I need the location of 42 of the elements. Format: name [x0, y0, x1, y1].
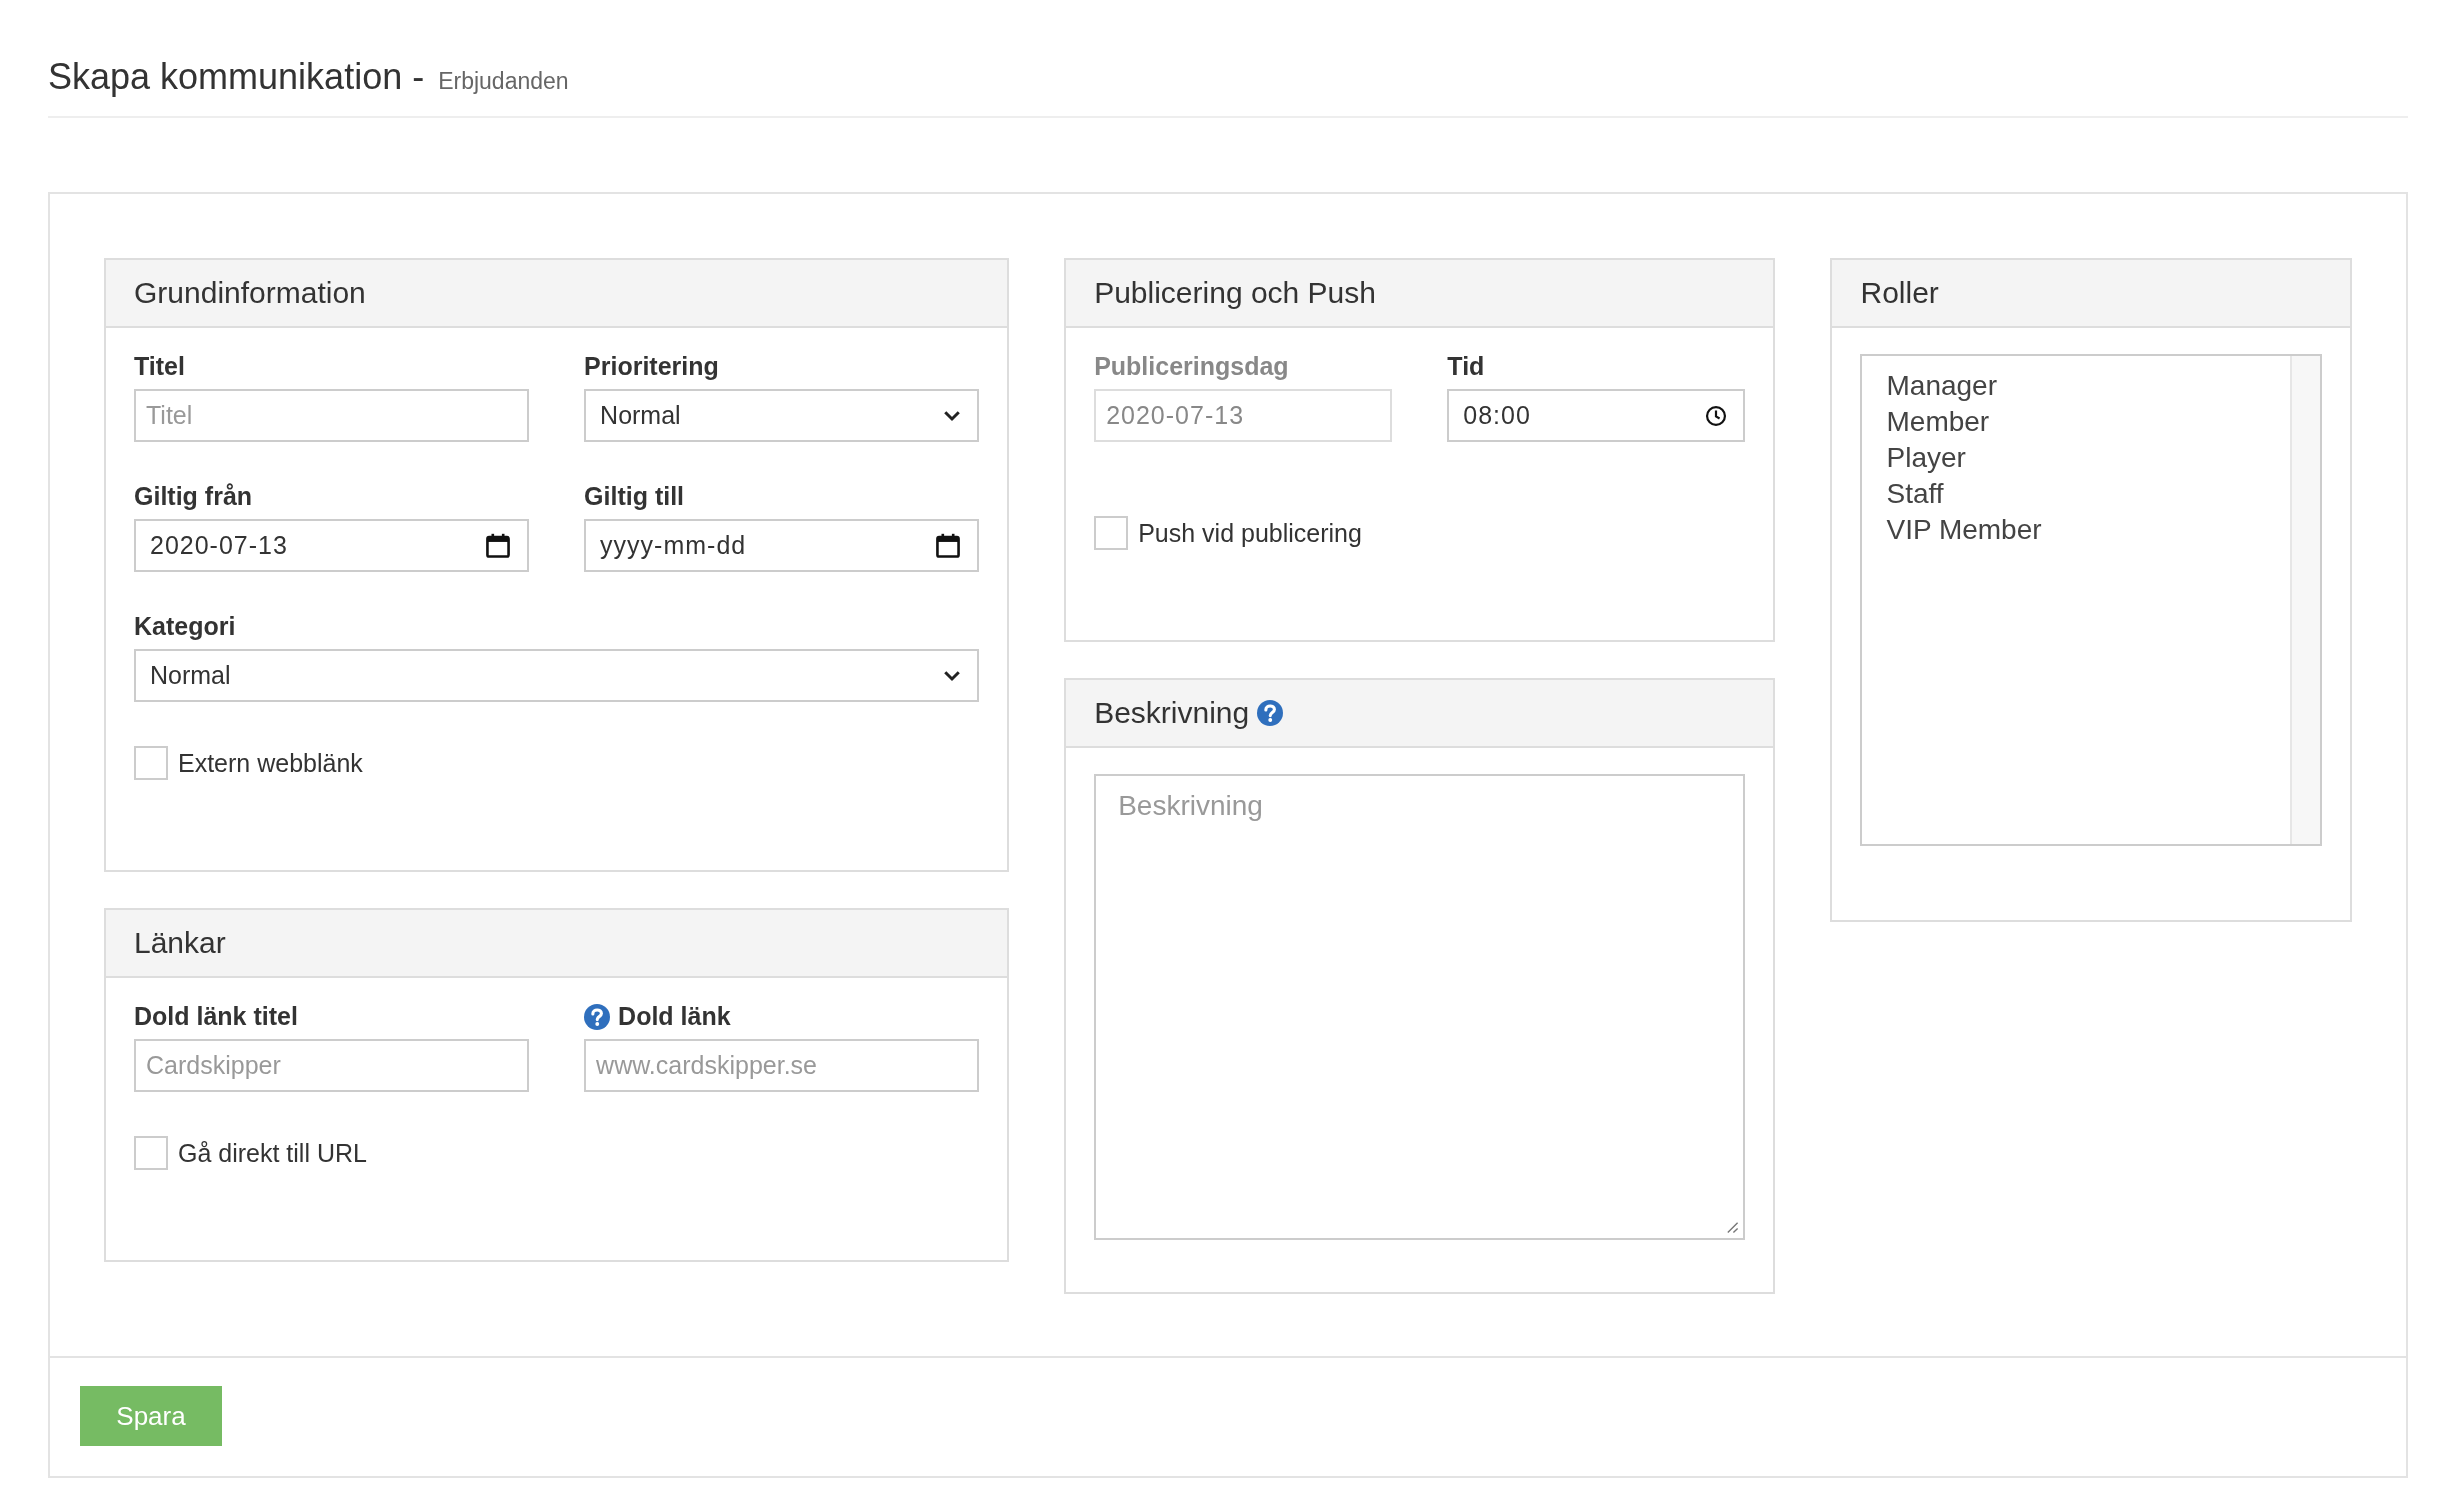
field-label: Tid	[1447, 352, 1485, 381]
checkbox-label: Extern webblänk	[178, 748, 363, 778]
checkbox[interactable]	[1094, 516, 1129, 550]
date-field[interactable]: yyyy-mm-dd	[584, 519, 980, 572]
list-option[interactable]: Manager	[1886, 368, 2266, 404]
scrollbar-track[interactable]	[2290, 356, 2320, 844]
calendar-icon[interactable]	[485, 532, 512, 559]
time-field[interactable]: 08:00	[1447, 389, 1746, 442]
panel-title: Roller	[1860, 276, 1939, 310]
calendar-icon[interactable]	[935, 532, 962, 559]
field-label: Giltig till	[584, 482, 685, 511]
select-dropdown[interactable]: Normal	[134, 649, 980, 702]
page-subtitle: Erbjudanden	[438, 68, 569, 95]
resize-handle-icon[interactable]	[1725, 1220, 1740, 1234]
panel-title: Länkar	[134, 926, 226, 960]
list-option[interactable]: Staff	[1886, 476, 2266, 512]
date-field[interactable]: 2020-07-13	[134, 519, 530, 572]
panel-title: Grundinformation	[134, 276, 366, 310]
list-option[interactable]: VIP Member	[1886, 512, 2266, 548]
checkbox-label: Push vid publicering	[1138, 518, 1362, 548]
help-icon[interactable]	[584, 1003, 611, 1030]
panel-title: Beskrivning	[1094, 696, 1250, 730]
listbox[interactable]: Manager Member Player Staff VIP Member	[1860, 354, 2322, 846]
field-label: Dold länk	[618, 1002, 731, 1031]
field-label: Publiceringsdag	[1094, 352, 1289, 381]
chevron-down-icon	[943, 409, 962, 422]
list-option[interactable]: Member	[1886, 404, 2266, 440]
field-label: Prioritering	[584, 352, 719, 381]
panel-title: Publicering och Push	[1094, 276, 1376, 310]
checkbox[interactable]	[134, 1136, 168, 1170]
checkbox[interactable]	[134, 746, 168, 780]
list-option[interactable]: Player	[1886, 440, 2266, 476]
page-title: Skapa kommunikation -	[48, 56, 425, 98]
clock-icon[interactable]	[1705, 404, 1728, 427]
select-dropdown[interactable]: Normal	[584, 389, 980, 442]
field-label: Dold länk titel	[134, 1002, 298, 1031]
field-label: Titel	[134, 352, 185, 381]
help-icon[interactable]	[1257, 700, 1284, 726]
checkbox-label: Gå direkt till URL	[178, 1138, 367, 1168]
field-label: Kategori	[134, 612, 236, 641]
field-label: Giltig från	[134, 482, 253, 511]
chevron-down-icon	[943, 669, 962, 682]
